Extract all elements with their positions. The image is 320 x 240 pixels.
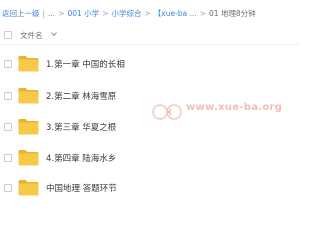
folder-icon — [18, 88, 39, 104]
row-checkbox[interactable] — [4, 59, 12, 68]
row-checkbox[interactable] — [4, 91, 12, 100]
breadcrumb-item-001[interactable]: 001 小学 — [67, 8, 99, 19]
breadcrumb-item-comprehensive[interactable]: 小学综合 — [111, 8, 141, 19]
breadcrumb-separator: > — [144, 8, 151, 18]
chevron-down-icon[interactable] — [50, 30, 58, 38]
folder-icon — [18, 56, 39, 72]
row-checkbox[interactable] — [4, 183, 12, 192]
breadcrumb-current: 01 地理8分钟 — [208, 8, 256, 18]
folder-icon — [18, 119, 39, 135]
list-item[interactable]: 4.第四章 陆海水乡 — [0, 141, 300, 174]
folder-name[interactable]: 4.第四章 陆海水乡 — [46, 152, 116, 164]
watermark-text: www.xue-ba.org — [186, 102, 283, 113]
column-filename[interactable]: 文件名 — [20, 30, 43, 41]
breadcrumb-separator: > — [58, 8, 65, 18]
folder-name[interactable]: 3.第三章 华夏之根 — [46, 121, 116, 133]
folder-name[interactable]: 1.第一章 中国的长相 — [46, 58, 125, 70]
breadcrumb-separator: | — [42, 8, 46, 18]
folder-name[interactable]: 中国地理 答题环节 — [46, 182, 117, 194]
list-header: 文件名 — [0, 26, 300, 45]
breadcrumb-back-link[interactable]: 返回上一级 — [2, 8, 40, 19]
folder-icon — [18, 150, 39, 166]
breadcrumb-ellipsis[interactable]: ... — [48, 9, 55, 18]
row-checkbox[interactable] — [4, 153, 12, 162]
breadcrumb-item-xueba[interactable]: 【xue-ba ... — [154, 8, 197, 19]
folder-name[interactable]: 2.第二章 林海雪原 — [46, 90, 116, 102]
list-item[interactable]: 1.第一章 中国的长相 — [0, 47, 300, 80]
breadcrumb-separator: > — [199, 8, 206, 18]
breadcrumb-separator: > — [102, 8, 109, 18]
breadcrumb: 返回上一级 | ... > 001 小学 > 小学综合 > 【xue-ba ..… — [0, 0, 300, 26]
folder-icon — [18, 180, 39, 196]
row-checkbox[interactable] — [4, 122, 12, 131]
select-all-checkbox[interactable] — [4, 31, 12, 39]
list-item[interactable]: 中国地理 答题环节 — [0, 171, 300, 204]
